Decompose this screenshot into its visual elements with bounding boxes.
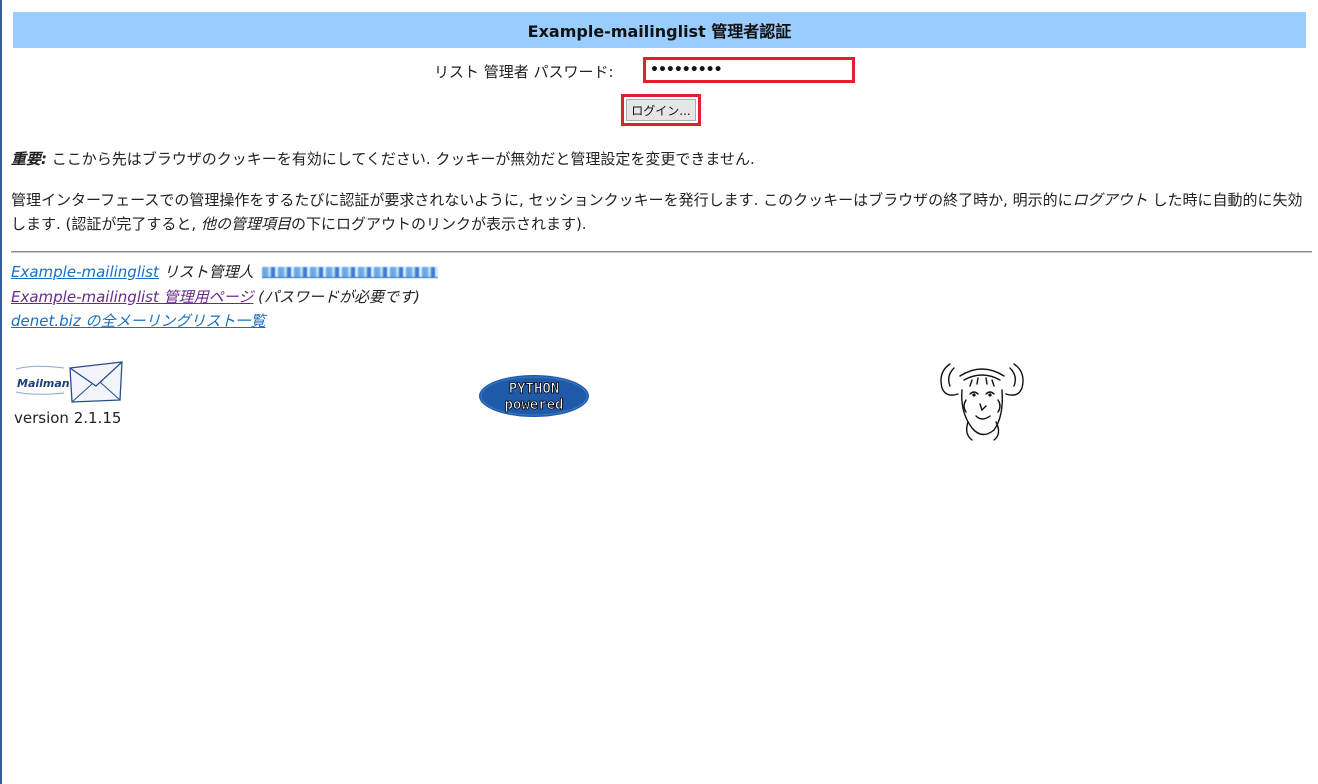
cookie-logout-em: ログアウト [1072,191,1148,209]
important-text: ここから先はブラウザのクッキーを有効にしてください. クッキーが無効だと管理設定… [47,150,755,168]
mailman-logo-icon[interactable]: Mailman [14,360,126,404]
cookie-text-1: 管理インターフェースでの管理操作をするたびに認証が要求されないように, セッショ… [11,191,1073,209]
footer-line-all-lists: denet.biz の全メーリングリスト一覧 [11,309,438,334]
footer-line-admin: Example-mailinglist 管理用ページ (パスワードが必要です) [11,285,438,310]
login-button[interactable]: ログイン... [626,99,696,121]
footer-links: Example-mailinglist リスト管理人 Example-maili… [11,260,439,334]
list-info-link[interactable]: Example-mailinglist [11,263,159,281]
python-logo-line1: PYTHON [509,381,560,397]
page: Example-mailinglist 管理者認証 リスト 管理者 パスワード:… [0,0,1318,784]
mailman-logo-text: Mailman [17,377,70,390]
login-button-highlight: ログイン... [621,94,701,126]
admin-page-link[interactable]: Example-mailinglist 管理用ページ [11,288,253,306]
gnu-head-logo-icon[interactable] [936,350,1028,442]
list-admin-email-link[interactable] [262,267,439,278]
password-input[interactable] [643,57,855,83]
page-title-text: Example-mailinglist 管理者認証 [527,22,792,41]
password-row: リスト 管理者 パスワード: [2,57,1318,85]
list-admin-label: リスト管理人 [158,263,259,281]
important-notice: 重要: ここから先はブラウザのクッキーを有効にしてください. クッキーが無効だと… [11,148,755,169]
python-powered-logo-icon[interactable]: PYTHON powered [478,374,590,418]
cookie-other-em: 他の管理項目 [200,215,291,233]
footer-line-list: Example-mailinglist リスト管理人 [11,260,439,285]
all-lists-link[interactable]: denet.biz の全メーリングリスト一覧 [11,312,265,330]
admin-page-note: (パスワードが必要です) [253,287,420,306]
password-label: リスト 管理者 パスワード: [434,63,614,81]
envelope-icon [69,361,123,403]
important-label: 重要: [11,150,47,168]
cookie-text-3: の下にログアウトのリンクが表示されます). [290,215,587,233]
cookie-explanation: 管理インターフェースでの管理操作をするたびに認証が要求されないように, セッショ… [11,188,1311,236]
version-text: version 2.1.15 [14,409,122,427]
python-logo-line2: powered [504,397,563,413]
divider [11,251,1312,253]
page-title: Example-mailinglist 管理者認証 [13,12,1306,48]
